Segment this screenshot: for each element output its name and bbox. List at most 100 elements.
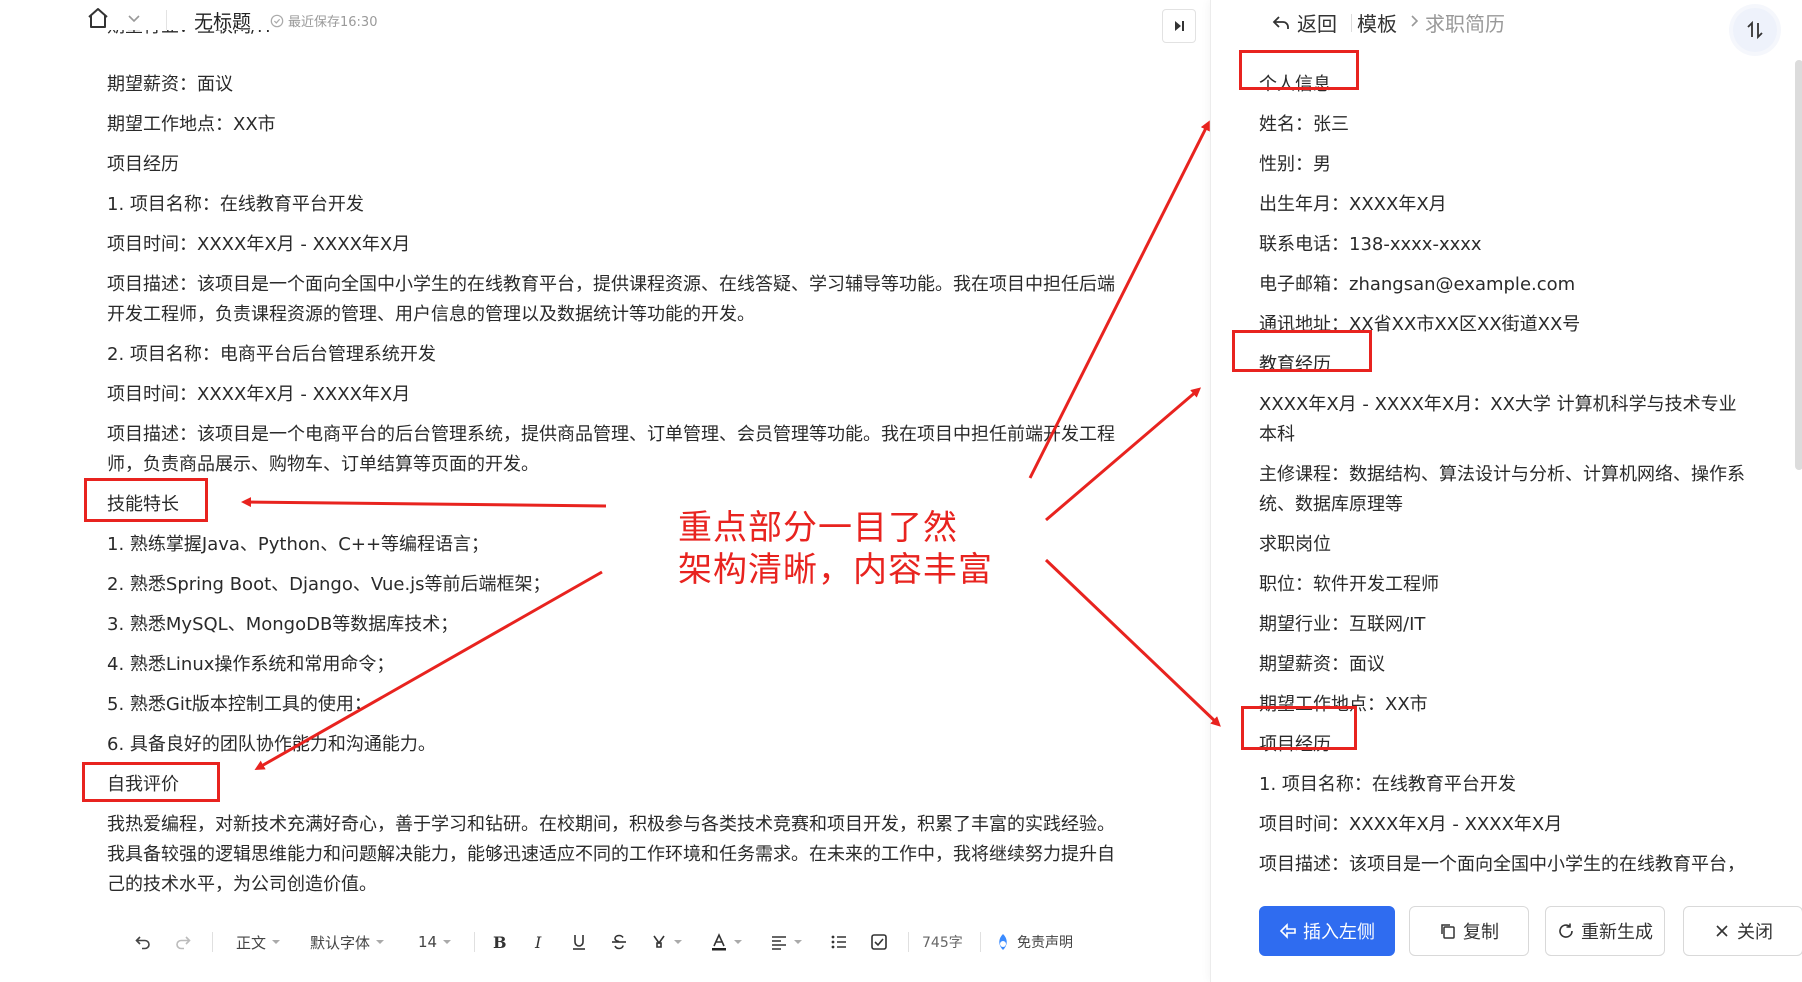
resume-line: 期望薪资：面议 [1259,654,1385,675]
bold-button[interactable]: B [490,920,508,964]
insert-left-button[interactable]: 插入左侧 [1259,906,1395,956]
undo-icon [135,936,150,950]
checkbox-icon [871,934,887,950]
paragraph: 4. 熟悉Linux操作系统和常用命令； [107,654,395,675]
chevron-right-icon [1411,15,1419,27]
svg-text:I: I [534,933,542,951]
paragraph: 项目描述：该项目是一个电商平台的后台管理系统，提供商品管理、订单管理、会员管理等… [107,424,1115,475]
highlight-box-projects [1241,706,1357,750]
paragraph-style-select[interactable]: 正文 [236,920,281,964]
svg-text:B: B [493,933,507,951]
paragraph: 2. 项目名称：电商平台后台管理系统开发 [107,344,436,365]
resume-line: 出生年月：XXXX年X月 [1259,194,1447,215]
resume-line: 姓名：张三 [1259,114,1349,135]
task-list-button[interactable] [870,920,888,964]
font-family-select[interactable]: 默认字体 [310,920,385,964]
redo-icon [176,936,191,950]
collapse-panel-button[interactable] [1162,9,1196,43]
paragraph: 项目描述：该项目是一个面向全国中小学生的在线教育平台，提供课程资源、在线答疑、学… [107,274,1115,325]
save-status-text: 最近保存16:30 [288,15,378,30]
home-icon[interactable] [86,6,110,30]
generated-resume: 个人信息 姓名：张三 性别：男 出生年月：XXXX年X月 联系电话：138-xx… [1259,50,1759,880]
paragraph-cut: 期望行业：互联网/IT [107,30,1117,42]
sort-toggle-button[interactable] [1733,8,1777,52]
breadcrumb-templates[interactable]: 模板 [1357,8,1397,37]
paragraph: 项目时间：XXXX年X月 - XXXX年X月 [107,384,411,405]
paragraph-style-value: 正文 [236,933,267,952]
strikethrough-button[interactable] [610,920,628,964]
caret-down-icon [376,940,385,944]
highlight-button[interactable] [650,920,683,964]
highlight-box-education [1232,330,1372,372]
underline-button[interactable] [570,920,588,964]
breadcrumb-divider [1351,14,1352,32]
close-icon [1716,925,1728,937]
undo-button[interactable] [134,920,152,964]
resume-line: 项目时间：XXXX年X月 - XXXX年X月 [1259,814,1563,835]
close-button[interactable]: 关闭 [1683,906,1802,956]
back-button[interactable]: 返回 [1271,8,1337,37]
resume-line: 主修课程：数据结构、算法设计与分析、计算机网络、操作系统、数据库原理等 [1259,464,1745,515]
paragraph: 5. 熟悉Git版本控制工具的使用； [107,694,372,715]
highlight-box-personal-info [1239,50,1359,90]
bullet-list-button[interactable] [830,920,848,964]
section-heading: 项目经历 [107,154,179,175]
paragraph: 期望薪资：面议 [107,74,233,95]
regenerate-button[interactable]: 重新生成 [1545,906,1665,956]
back-label: 返回 [1297,12,1337,36]
template-panel: 返回 模板 求职简历 个人信息 姓名：张三 性别：男 出生年月：XXXX年X月 … [1210,0,1802,982]
toolbar-divider [908,932,909,952]
panel-scrollbar[interactable] [1795,60,1802,470]
chevron-down-icon[interactable] [126,10,142,26]
toolbar-divider [212,932,213,952]
refresh-icon [1559,923,1573,938]
caret-down-icon [734,940,742,944]
bold-icon: B [493,933,507,951]
caret-down-icon [794,940,802,944]
highlighter-icon [653,935,665,948]
back-arrow-icon [1272,15,1289,29]
topbar-divider [166,10,167,30]
app-screen: 无标题 最近保存16:30 期望行业：互联网/IT 期望薪资：面议 期望工作地点… [0,0,1802,982]
italic-button[interactable]: I [530,920,548,964]
caret-down-icon [443,940,452,944]
format-toolbar: 正文 默认字体 14 B I 745字 免责声明 [120,920,1120,964]
underline-icon [573,935,585,950]
caret-down-icon [674,940,682,944]
word-count: 745字 [922,935,963,951]
resume-line: 项目描述：该项目是一个面向全国中小学生的在线教育平台，提供课程资源、在线答疑、学… [1259,854,1745,875]
insert-left-label: 插入左侧 [1303,922,1375,943]
resume-line: 性别：男 [1259,154,1331,175]
document-body[interactable]: 期望行业：互联网/IT 期望薪资：面议 期望工作地点：XX市 项目经历 1. 项… [107,30,1117,900]
disclaimer-logo-icon [999,934,1007,950]
section-heading: 自我评价 [107,774,179,795]
close-label: 关闭 [1737,922,1773,943]
font-size-select[interactable]: 14 [418,920,452,964]
copy-label: 复制 [1463,922,1499,943]
align-button[interactable] [770,920,803,964]
regenerate-label: 重新生成 [1581,922,1653,943]
disclaimer-link[interactable]: 免责声明 [994,920,1073,964]
resume-line: 期望行业：互联网/IT [1259,614,1426,635]
save-status: 最近保存16:30 [270,11,377,30]
toolbar-divider [980,932,981,952]
resume-line: 1. 项目名称：在线教育平台开发 [1259,774,1516,795]
paragraph: 1. 项目名称：在线教育平台开发 [107,194,364,215]
annotation-line-2: 架构清晰，内容丰富 [678,550,993,590]
breadcrumb-current: 求职简历 [1425,12,1505,36]
redo-button[interactable] [174,920,192,964]
resume-line: 电子邮箱：zhangsan@example.com [1259,274,1576,295]
check-circle-icon [270,14,284,27]
font-color-button[interactable] [710,920,743,964]
paragraph: 项目时间：XXXX年X月 - XXXX年X月 [107,234,411,255]
paragraph: 3. 熟悉MySQL、MongoDB等数据库技术； [107,614,459,635]
italic-icon: I [534,933,542,951]
font-family-value: 默认字体 [310,933,371,952]
copy-button[interactable]: 复制 [1409,906,1529,956]
collapse-right-icon [1175,21,1184,31]
font-size-value: 14 [418,933,438,951]
align-left-icon [772,936,786,950]
strikethrough-icon [612,934,626,950]
paragraph: 6. 具备良好的团队协作能力和沟通能力。 [107,734,436,755]
paragraph: 期望工作地点：XX市 [107,114,276,135]
